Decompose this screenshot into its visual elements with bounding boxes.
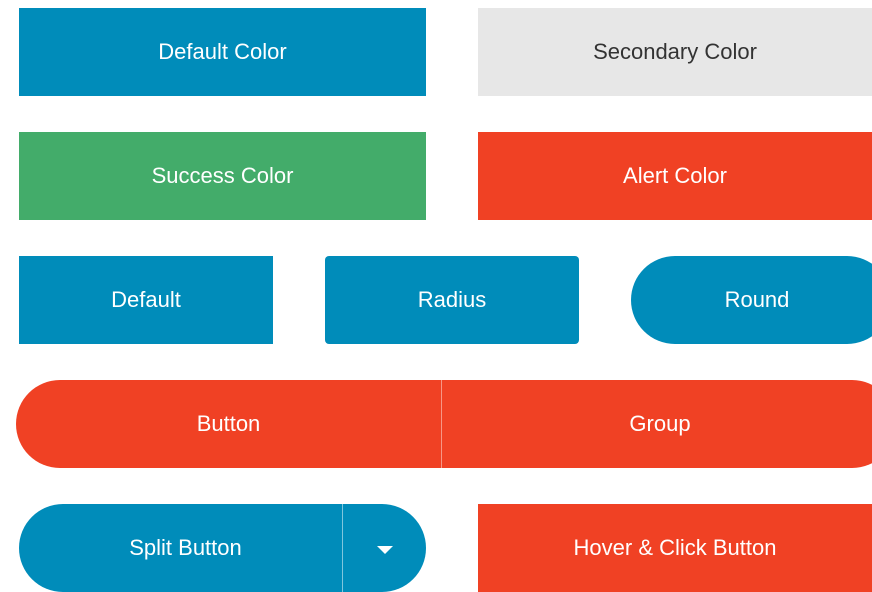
hover-click-button[interactable]: Hover & Click Button: [478, 504, 872, 592]
secondary-color-button[interactable]: Secondary Color: [478, 8, 872, 96]
button-group-first-button[interactable]: Button: [16, 380, 442, 468]
split-button-main[interactable]: Split Button: [19, 504, 343, 592]
success-color-button[interactable]: Success Color: [19, 132, 426, 220]
alert-color-button[interactable]: Alert Color: [478, 132, 872, 220]
button-group: Button Group: [16, 380, 872, 468]
caret-down-icon: [376, 546, 393, 554]
button-group-second-button[interactable]: Group: [442, 380, 872, 468]
buttons-demo-canvas: Default Color Secondary Color Success Co…: [0, 0, 872, 592]
default-button[interactable]: Default: [19, 256, 273, 344]
default-color-button[interactable]: Default Color: [19, 8, 426, 96]
round-button[interactable]: Round: [631, 256, 872, 344]
radius-button[interactable]: Radius: [325, 256, 579, 344]
split-button-dropdown-toggle[interactable]: [343, 504, 426, 592]
split-button: Split Button: [19, 504, 426, 592]
